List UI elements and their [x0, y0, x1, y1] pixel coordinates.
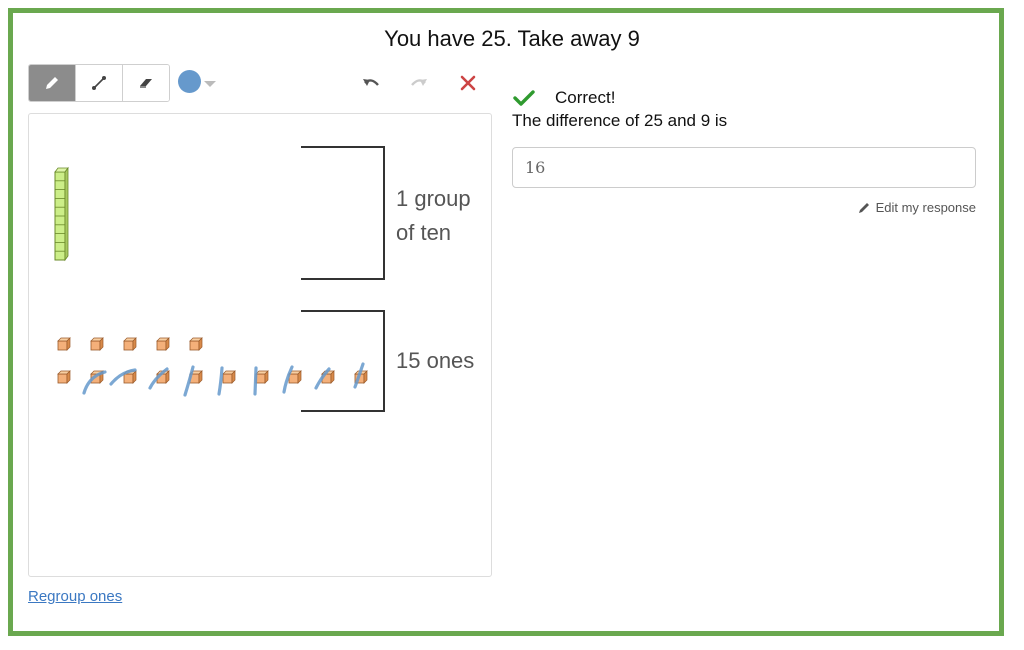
ones-cube: [156, 337, 170, 351]
ones-cube: [189, 337, 203, 351]
line-icon: [92, 76, 106, 90]
answer-prompt: The difference of 25 and 9 is: [512, 111, 728, 130]
correct-label: Correct!: [555, 88, 616, 107]
eraser-tool-button[interactable]: [123, 65, 169, 101]
ones-cube: [57, 337, 71, 351]
ones-cube: [255, 370, 269, 384]
regroup-ones-link[interactable]: Regroup ones: [28, 588, 122, 605]
ones-label: 15 ones: [396, 348, 475, 373]
close-icon: [460, 75, 476, 91]
edit-response-link[interactable]: Edit my response: [858, 200, 976, 215]
pencil-icon: [46, 77, 58, 89]
ones-cube: [123, 337, 137, 351]
edit-response-label: Edit my response: [875, 200, 976, 215]
pen-color-picker[interactable]: [178, 70, 216, 93]
ones-cubes: [57, 337, 368, 384]
feedback-status: Correct!: [513, 88, 615, 108]
pen-color-swatch: [178, 70, 201, 93]
undo-icon: [363, 79, 379, 86]
drawing-canvas[interactable]: 1 group of ten 15 ones: [28, 113, 492, 577]
group-ten-label-line1: 1 group: [396, 186, 471, 211]
ten-rod-block: [54, 166, 69, 262]
eraser-icon: [140, 79, 152, 88]
line-tool-button[interactable]: [76, 65, 123, 101]
redo-button[interactable]: [408, 72, 430, 94]
undo-button[interactable]: [360, 72, 382, 94]
ones-cube: [57, 370, 71, 384]
answer-field[interactable]: 16: [512, 147, 976, 188]
question-title: You have 25. Take away 9: [384, 26, 640, 51]
checkmark-icon: [513, 90, 535, 106]
clear-button[interactable]: [457, 72, 479, 94]
group-ten-label: 1 group of ten: [396, 182, 471, 250]
ones-cube: [222, 370, 236, 384]
brackets: [301, 146, 385, 412]
pencil-tool-button[interactable]: [29, 65, 76, 101]
redo-icon: [411, 79, 427, 86]
chevron-down-icon: [204, 80, 216, 87]
pencil-icon: [858, 203, 869, 213]
group-ten-label-line2: of ten: [396, 220, 452, 245]
ones-cube: [90, 337, 104, 351]
drawing-tool-group: [28, 64, 170, 102]
